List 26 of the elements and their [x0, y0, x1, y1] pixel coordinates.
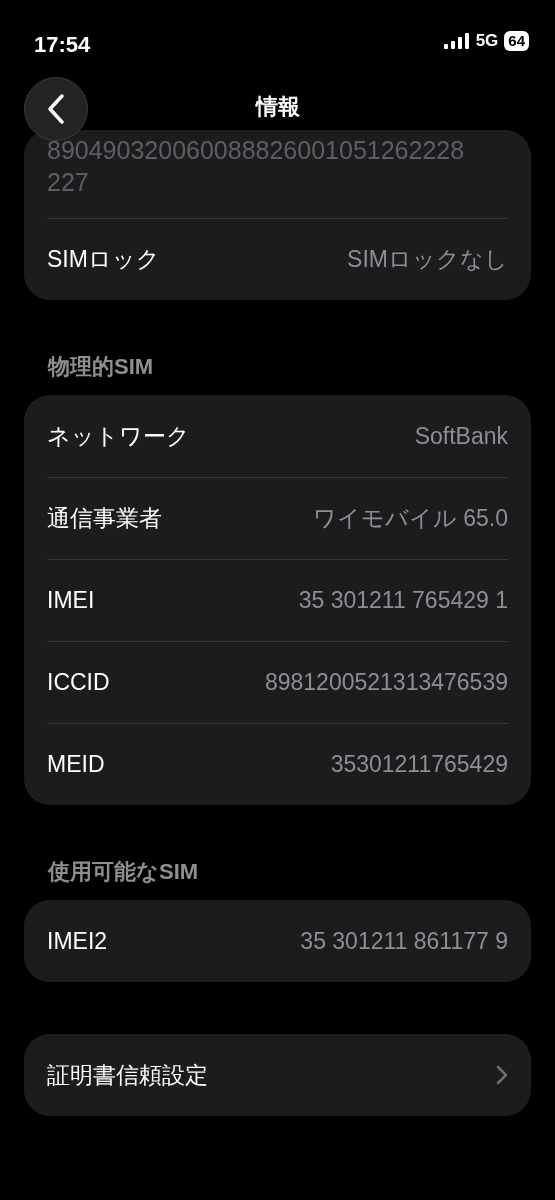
settings-link-row[interactable]: 証明書信頼設定 [47, 1034, 508, 1116]
row-value: SoftBank [414, 421, 508, 451]
row-value: ワイモバイル 65.0 [312, 504, 508, 534]
status-time: 17:54 [34, 31, 91, 59]
value-text: 890490320060088826001051262228227 [47, 135, 466, 198]
section-header: 物理的SIM [48, 353, 155, 381]
row-value: SIMロックなし [347, 245, 508, 275]
section-header: 使用可能なSIM [48, 858, 200, 886]
chevron-right-icon [496, 1065, 508, 1085]
row-label: 証明書信頼設定 [47, 1060, 208, 1090]
network-label: 5G [475, 30, 499, 52]
row-label: IMEI [47, 586, 95, 616]
row-label: SIMロック [47, 245, 160, 275]
row-label: MEID [47, 750, 105, 780]
row-label: ネットワーク [47, 421, 190, 451]
row-label: IMEI2 [47, 926, 108, 956]
row-value: 35 301211 765429 1 [298, 586, 508, 616]
row-value: 35301211765429 [330, 750, 508, 780]
row-label: 通信事業者 [47, 504, 162, 534]
row-label: ICCID [47, 668, 110, 698]
signal-icon [443, 32, 470, 49]
battery-indicator: 64 [504, 30, 529, 51]
page-title: 情報 [255, 92, 300, 121]
back-chevron-icon [46, 93, 66, 125]
row-value: 8981200521313476539 [264, 668, 508, 698]
row-value: 35 301211 861177 9 [300, 926, 508, 956]
